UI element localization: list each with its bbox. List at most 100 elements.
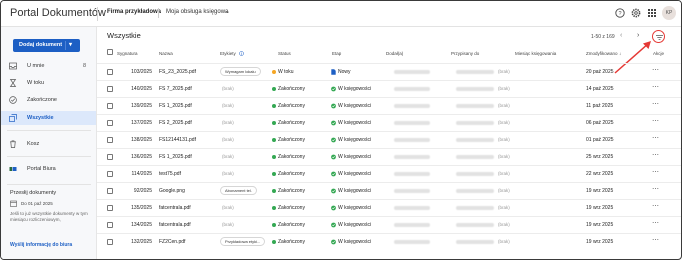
row-label-tag[interactable]: Przykładowa etyki...: [220, 237, 266, 246]
row-etap-text: W księgowości: [338, 120, 372, 126]
apps-grid-icon[interactable]: [647, 8, 657, 18]
more-actions-icon[interactable]: ⋯: [652, 100, 659, 108]
sort-desc-icon[interactable]: ↓: [619, 51, 621, 56]
row-name[interactable]: FS 7_2025.pdf: [159, 86, 192, 92]
row-checkbox[interactable]: [107, 154, 113, 160]
table-row[interactable]: 140/2025 FS 7_2025.pdf (brak) Zakończony…: [97, 80, 681, 96]
column-przypisany[interactable]: Przypisany do: [451, 51, 479, 56]
table-row[interactable]: 136/2025 FS 1_2025.pdf (brak) Zakończony…: [97, 148, 681, 164]
sidebar-item-u-mnie[interactable]: U mnie 8: [1, 59, 96, 73]
row-month: (brak): [498, 120, 510, 125]
row-checkbox[interactable]: [107, 86, 113, 92]
row-status: Zakończony: [272, 120, 305, 126]
sidebar-item-wszystkie[interactable]: Wszystkie: [1, 111, 96, 125]
row-month: (brak): [498, 171, 510, 176]
more-actions-icon[interactable]: ⋯: [652, 236, 659, 244]
send-info-link[interactable]: Wyślij informację do biura: [10, 242, 72, 248]
table-row[interactable]: 139/2025 FS 1_2025.pdf (brak) Zakończony…: [97, 97, 681, 113]
more-actions-icon[interactable]: ⋯: [652, 134, 659, 142]
header-divider: [97, 7, 98, 21]
redacted-assigned: [456, 104, 494, 108]
row-modified: 06 paź 2025: [586, 120, 614, 126]
check-circle-icon: [331, 137, 336, 143]
row-etap: W księgowości: [331, 103, 371, 109]
row-status-text: Zakończony: [278, 171, 305, 177]
help-icon[interactable]: ?: [615, 8, 625, 18]
row-checkbox[interactable]: [107, 171, 113, 177]
column-status[interactable]: Status: [278, 51, 291, 56]
row-label-empty: (brak): [222, 205, 234, 210]
row-status-text: Zakończony: [278, 103, 305, 109]
row-label-tag[interactable]: Wymagam lokalu: [220, 67, 261, 76]
redacted-added-by: [394, 87, 430, 91]
table-row[interactable]: 134/2025 fatcentrala.pdf (brak) Zakończo…: [97, 216, 681, 232]
row-month: (brak): [498, 154, 510, 159]
row-checkbox[interactable]: [107, 69, 113, 75]
sidebar-item-zakonczone[interactable]: Zakończone: [1, 93, 96, 107]
column-nazwa[interactable]: Nazwa: [159, 51, 173, 56]
row-sygnatura: 138/2025: [131, 137, 152, 143]
row-name[interactable]: FS12144131.pdf: [159, 137, 196, 143]
row-checkbox[interactable]: [107, 120, 113, 126]
trash-icon: [10, 140, 16, 148]
more-actions-icon[interactable]: ⋯: [652, 202, 659, 210]
row-modified: 20 paź 2025: [586, 69, 614, 75]
info-icon[interactable]: [239, 51, 244, 56]
more-actions-icon[interactable]: ⋯: [652, 66, 659, 74]
row-etap-text: W księgowości: [338, 137, 372, 143]
table-row[interactable]: 114/2025 test75.pdf (brak) Zakończony W …: [97, 165, 681, 181]
table-row[interactable]: 103/2025 FS_23_2025.pdf Wymagam lokalu W…: [97, 63, 681, 79]
more-actions-icon[interactable]: ⋯: [652, 117, 659, 125]
more-actions-icon[interactable]: ⋯: [652, 168, 659, 176]
column-zmodyfikowano[interactable]: Zmodyfikowano: [586, 51, 618, 56]
chevron-down-icon[interactable]: ⌄: [225, 8, 230, 15]
more-actions-icon[interactable]: ⋯: [652, 219, 659, 227]
table-row[interactable]: 138/2025 FS12144131.pdf (brak) Zakończon…: [97, 131, 681, 147]
row-name[interactable]: FS_23_2025.pdf: [159, 69, 196, 75]
table-row[interactable]: 132/2025 FZ2Cen.pdf Przykładowa etyki...…: [97, 233, 681, 249]
status-dot: [272, 104, 276, 108]
row-name[interactable]: fatcentrala.pdf: [159, 222, 191, 228]
redacted-assigned: [456, 206, 494, 210]
row-name[interactable]: FZ2Cen.pdf: [159, 239, 185, 245]
row-checkbox[interactable]: [107, 103, 113, 109]
row-name[interactable]: FS 1_2025.pdf: [159, 154, 192, 160]
row-name[interactable]: test75.pdf: [159, 171, 181, 177]
column-miesiac[interactable]: Miesiąc księgowania: [515, 51, 556, 56]
row-checkbox[interactable]: [107, 188, 113, 194]
row-modified: 22 wrz 2025: [586, 171, 614, 177]
more-actions-icon[interactable]: ⋯: [652, 151, 659, 159]
sidebar-item-kosz[interactable]: Kosz: [1, 137, 96, 151]
settings-icon[interactable]: [631, 8, 641, 18]
sidebar-item-portal-biura[interactable]: Portal Biura: [1, 162, 96, 176]
avatar[interactable]: KP: [662, 6, 676, 20]
column-dodal[interactable]: Dodał(a): [386, 51, 403, 56]
table-row[interactable]: 137/2025 FS 2_2025.pdf (brak) Zakończony…: [97, 114, 681, 130]
row-status-text: Zakończony: [278, 86, 305, 92]
row-name[interactable]: FS 2_2025.pdf: [159, 120, 192, 126]
row-name[interactable]: Google.png: [159, 188, 185, 194]
app-title: Portal Dokumentów: [10, 7, 106, 19]
column-etykiety[interactable]: Etykiety: [220, 51, 236, 56]
table-row[interactable]: 92/2025 Google.png Abonament tel. Zakońc…: [97, 182, 681, 198]
add-document-button[interactable]: Dodaj dokument ▾: [13, 39, 80, 52]
row-checkbox[interactable]: [107, 205, 113, 211]
row-checkbox[interactable]: [107, 222, 113, 228]
row-etap-text: W księgowości: [338, 171, 372, 177]
more-actions-icon[interactable]: ⋯: [652, 83, 659, 91]
table-row[interactable]: 135/2025 fatcentrala.pdf (brak) Zakończo…: [97, 199, 681, 215]
column-etap[interactable]: Etap: [332, 51, 341, 56]
chevron-down-icon[interactable]: ▾: [69, 39, 72, 52]
more-actions-icon[interactable]: ⋯: [652, 185, 659, 193]
column-sygnatura[interactable]: Sygnatura: [117, 51, 138, 56]
accountant-selector[interactable]: Moja obsługa księgowa: [166, 9, 228, 15]
select-all-checkbox[interactable]: [107, 49, 113, 55]
row-label-tag[interactable]: Abonament tel.: [220, 186, 257, 195]
row-name[interactable]: fatcentrala.pdf: [159, 205, 191, 211]
sidebar-item-w-toku[interactable]: W toku: [1, 76, 96, 90]
row-checkbox[interactable]: [107, 239, 113, 245]
company-selector[interactable]: Firma przykładowa: [107, 9, 161, 15]
upload-card-text: Jeśli to już wszystkie dokumenty w tym m…: [10, 211, 88, 222]
row-name[interactable]: FS 1_2025.pdf: [159, 103, 192, 109]
row-checkbox[interactable]: [107, 137, 113, 143]
